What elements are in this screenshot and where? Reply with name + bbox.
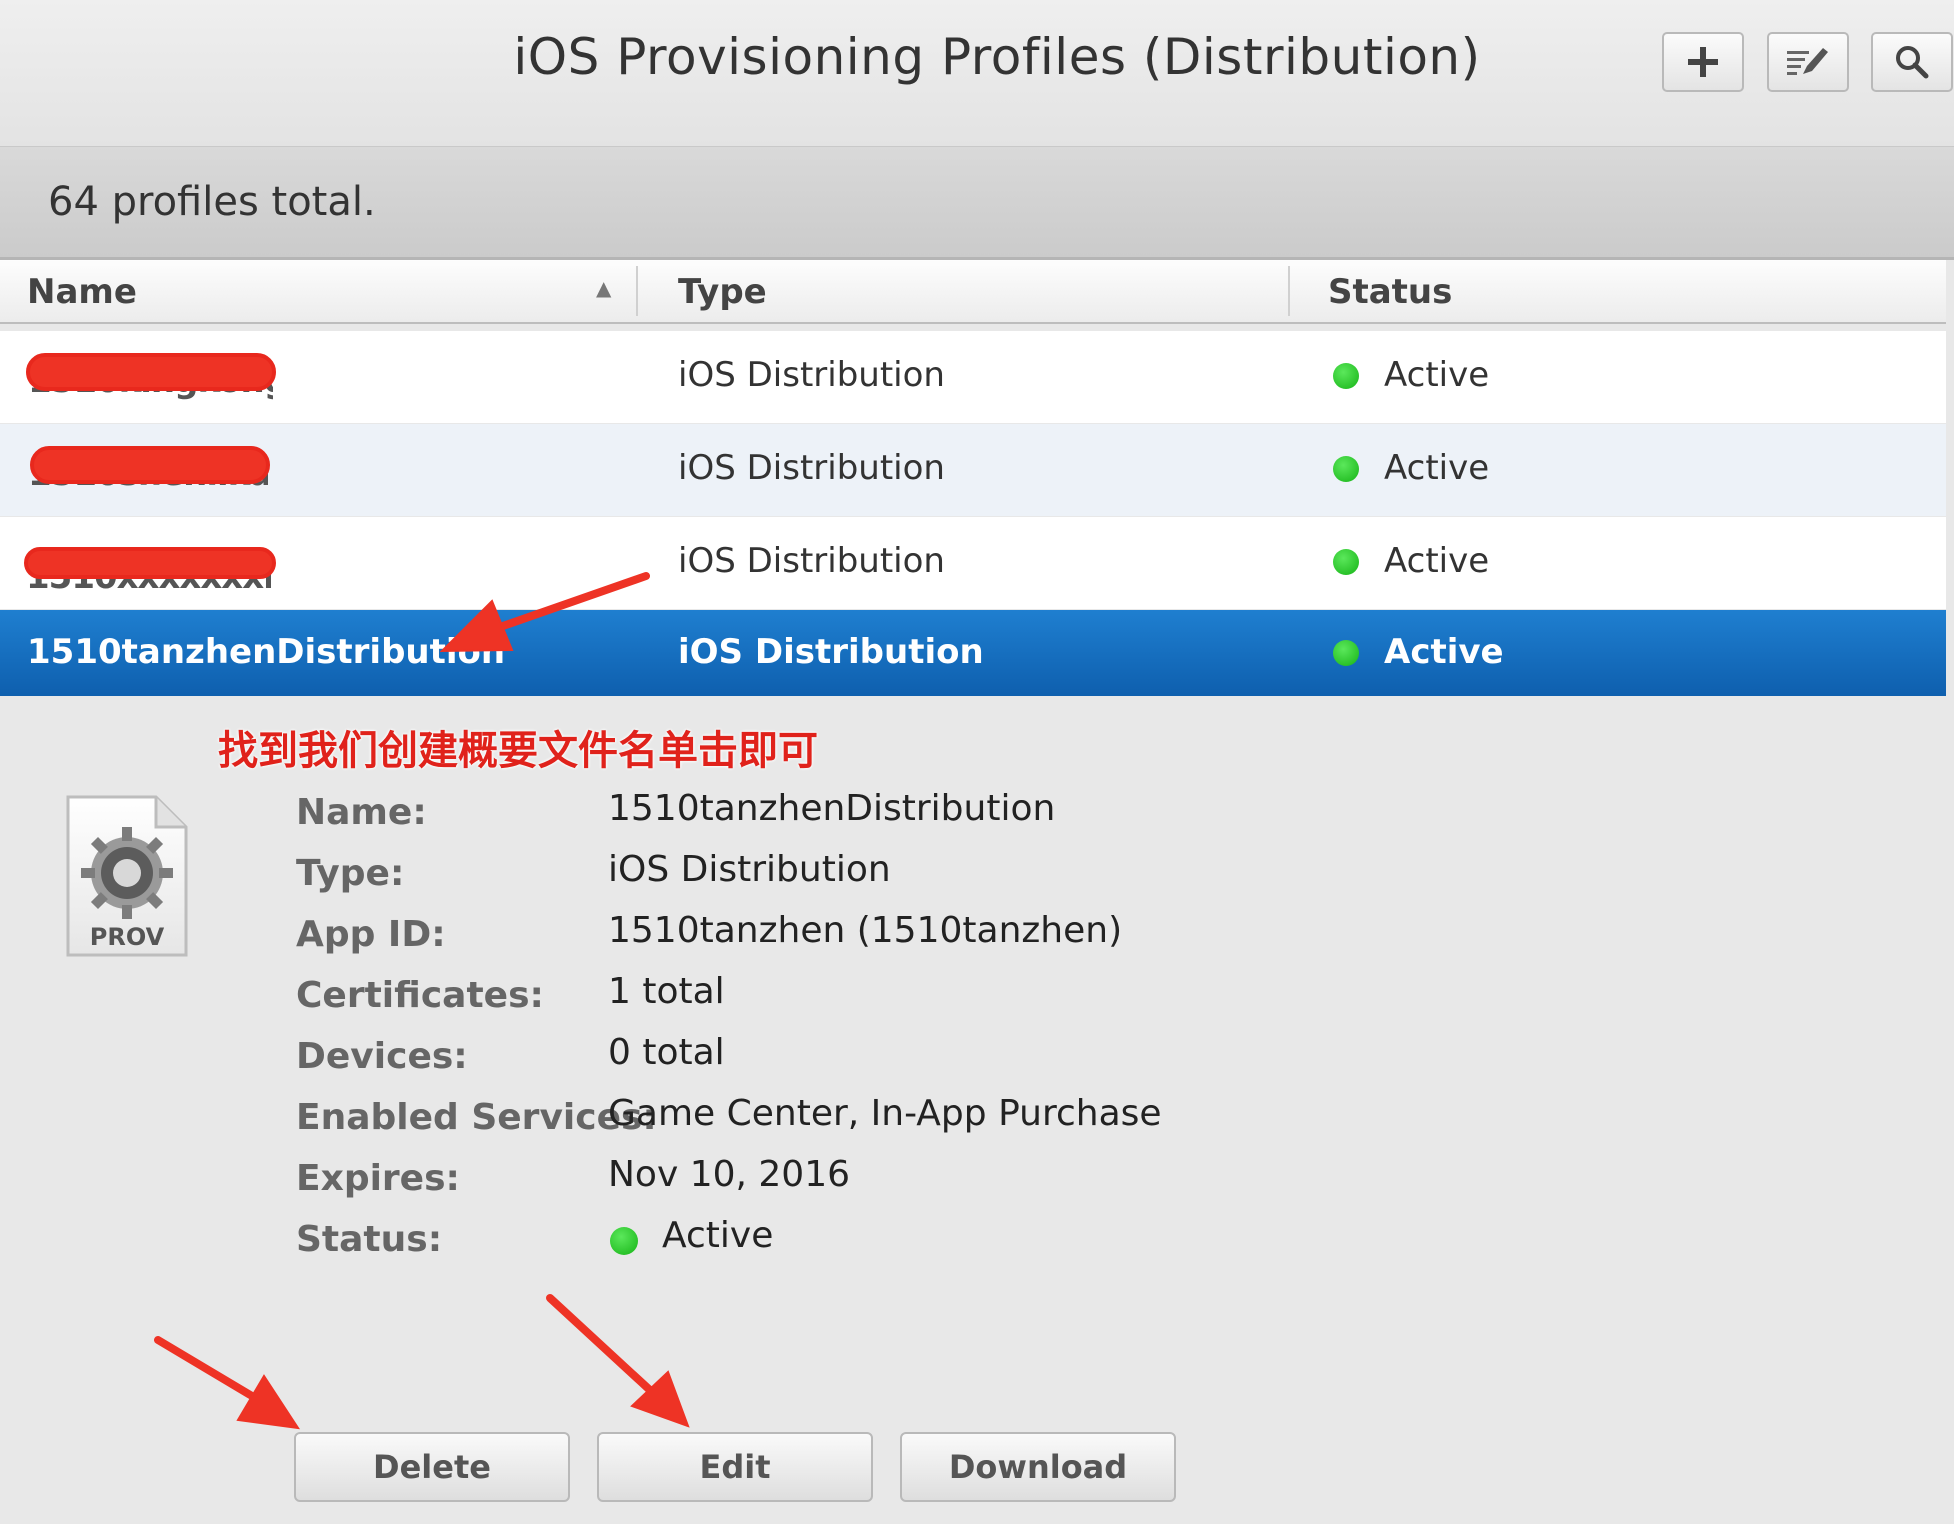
profile-status: Active [1384, 448, 1490, 488]
sort-ascending-icon: ▲ [596, 276, 612, 300]
profile-status: Active [1384, 632, 1504, 672]
active-status-icon [1333, 549, 1359, 575]
detail-label-expires: Expires: [296, 1158, 460, 1199]
detail-value-services: Game Center, In-App Purchase [608, 1093, 1162, 1134]
table-row[interactable]: 1510xxxxxxxng iOS Distribution Active [0, 517, 1946, 609]
profile-type: iOS Distribution [678, 541, 945, 581]
active-status-icon [1333, 640, 1359, 666]
detail-value-devices: 0 total [608, 1032, 725, 1073]
redaction-mark [24, 547, 276, 579]
plus-icon [1688, 47, 1718, 77]
detail-value-status: Active [662, 1215, 774, 1256]
profile-name: 1510tanzhenDistribution [27, 632, 506, 672]
add-profile-button[interactable] [1662, 32, 1744, 92]
page-header: iOS Provisioning Profiles (Distribution) [0, 0, 1954, 147]
arrow-to-edit-button [546, 1294, 690, 1428]
edit-list-button[interactable] [1767, 32, 1849, 92]
profile-status: Active [1384, 541, 1490, 581]
column-header-status[interactable]: Status [1328, 272, 1452, 312]
detail-label-services: Enabled Services: [296, 1097, 657, 1138]
detail-label-devices: Devices: [296, 1036, 468, 1077]
detail-label-type: Type: [296, 853, 405, 894]
detail-label-certificates: Certificates: [296, 975, 544, 1016]
search-button[interactable] [1871, 32, 1953, 92]
redaction-mark [26, 353, 276, 391]
active-status-icon [610, 1227, 638, 1255]
column-divider[interactable] [636, 266, 638, 316]
detail-value-type: iOS Distribution [608, 849, 891, 890]
search-icon [1896, 46, 1929, 79]
table-row[interactable]: 1510shenlikai iOS Distribution Active [0, 424, 1946, 516]
detail-label-name: Name: [296, 792, 427, 833]
table-row-selected[interactable]: 1510tanzhenDistribution iOS Distribution… [0, 610, 1946, 696]
profile-type: iOS Distribution [678, 448, 945, 488]
provisioning-file-icon: PROV [64, 793, 190, 959]
file-type-label: PROV [89, 923, 165, 951]
profile-type: iOS Distribution [678, 355, 945, 395]
download-button[interactable]: Download [900, 1432, 1176, 1502]
summary-bar: 64 profiles total. [0, 147, 1954, 260]
detail-value-name: 1510tanzhenDistribution [608, 788, 1056, 829]
column-header-name[interactable]: Name [27, 272, 137, 312]
page-title: iOS Provisioning Profiles (Distribution) [513, 28, 1481, 86]
column-divider[interactable] [1288, 266, 1290, 316]
annotation-note: 找到我们创建概要文件名单击即可 [218, 728, 818, 774]
profile-status: Active [1384, 355, 1490, 395]
edit-button[interactable]: Edit [597, 1432, 873, 1502]
edit-list-icon [1787, 48, 1828, 75]
delete-button[interactable]: Delete [294, 1432, 570, 1502]
active-status-icon [1333, 456, 1359, 482]
arrow-to-delete-button [154, 1336, 301, 1430]
detail-label-app-id: App ID: [296, 914, 446, 955]
active-status-icon [1333, 363, 1359, 389]
redaction-mark [30, 446, 270, 484]
detail-value-app-id: 1510tanzhen (1510tanzhen) [608, 910, 1123, 951]
table-row[interactable]: 1510kingkong iOS Distribution Active [0, 331, 1946, 423]
profile-count: 64 profiles total. [48, 179, 376, 225]
table-header: Name ▲ Type Status [0, 260, 1946, 324]
detail-value-expires: Nov 10, 2016 [608, 1154, 851, 1195]
detail-label-status: Status: [296, 1219, 443, 1260]
detail-value-certificates: 1 total [608, 971, 725, 1012]
profile-type: iOS Distribution [678, 632, 984, 672]
column-header-type[interactable]: Type [678, 272, 767, 312]
